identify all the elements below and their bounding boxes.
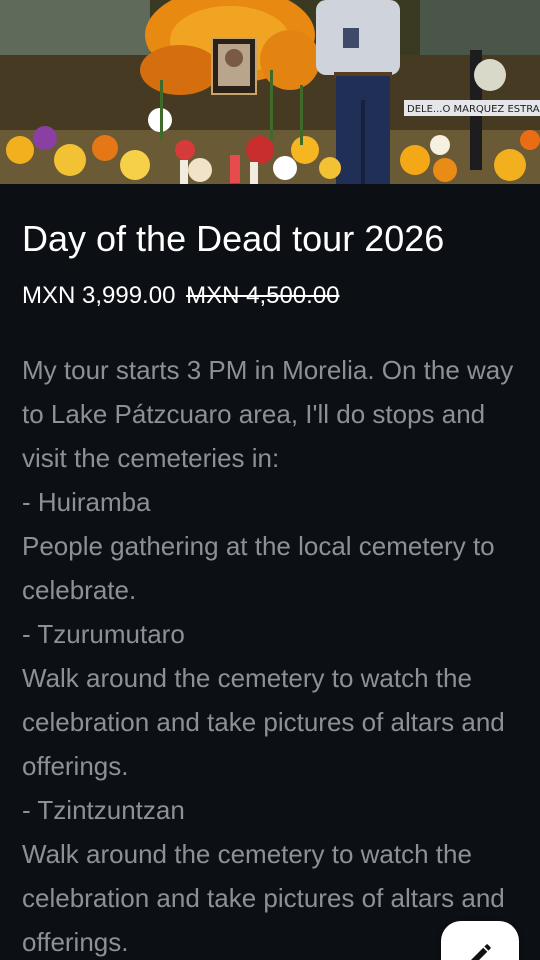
pencil-icon xyxy=(471,944,491,960)
tour-description: My tour starts 3 PM in Morelia. On the w… xyxy=(22,348,522,960)
price-row: MXN 3,999.00 MXN 4,500.00 xyxy=(22,282,340,310)
price-original: MXN 4,500.00 xyxy=(186,282,340,309)
hero-image: DELE...O MARQUEZ ESTRAD xyxy=(0,0,540,184)
description-line: My tour starts 3 PM in Morelia. On the w… xyxy=(22,355,514,473)
price-current: MXN 3,999.00 xyxy=(22,282,176,309)
tour-title: Day of the Dead tour 2026 xyxy=(22,218,445,259)
edit-button[interactable] xyxy=(441,921,519,960)
description-line: - Huiramba xyxy=(22,487,151,517)
description-line: People gathering at the local cemetery t… xyxy=(22,531,495,605)
description-line: - Tzintzuntzan xyxy=(22,795,185,825)
hero-photo-illustration: DELE...O MARQUEZ ESTRAD xyxy=(0,0,540,184)
cross-inscription: DELE...O MARQUEZ ESTRAD xyxy=(407,104,540,115)
tour-details: Day of the Dead tour 2026 MXN 3,999.00 M… xyxy=(0,184,540,960)
description-line: Walk around the cemetery to watch the ce… xyxy=(22,663,505,781)
description-line: - Tzurumutaro xyxy=(22,619,185,649)
